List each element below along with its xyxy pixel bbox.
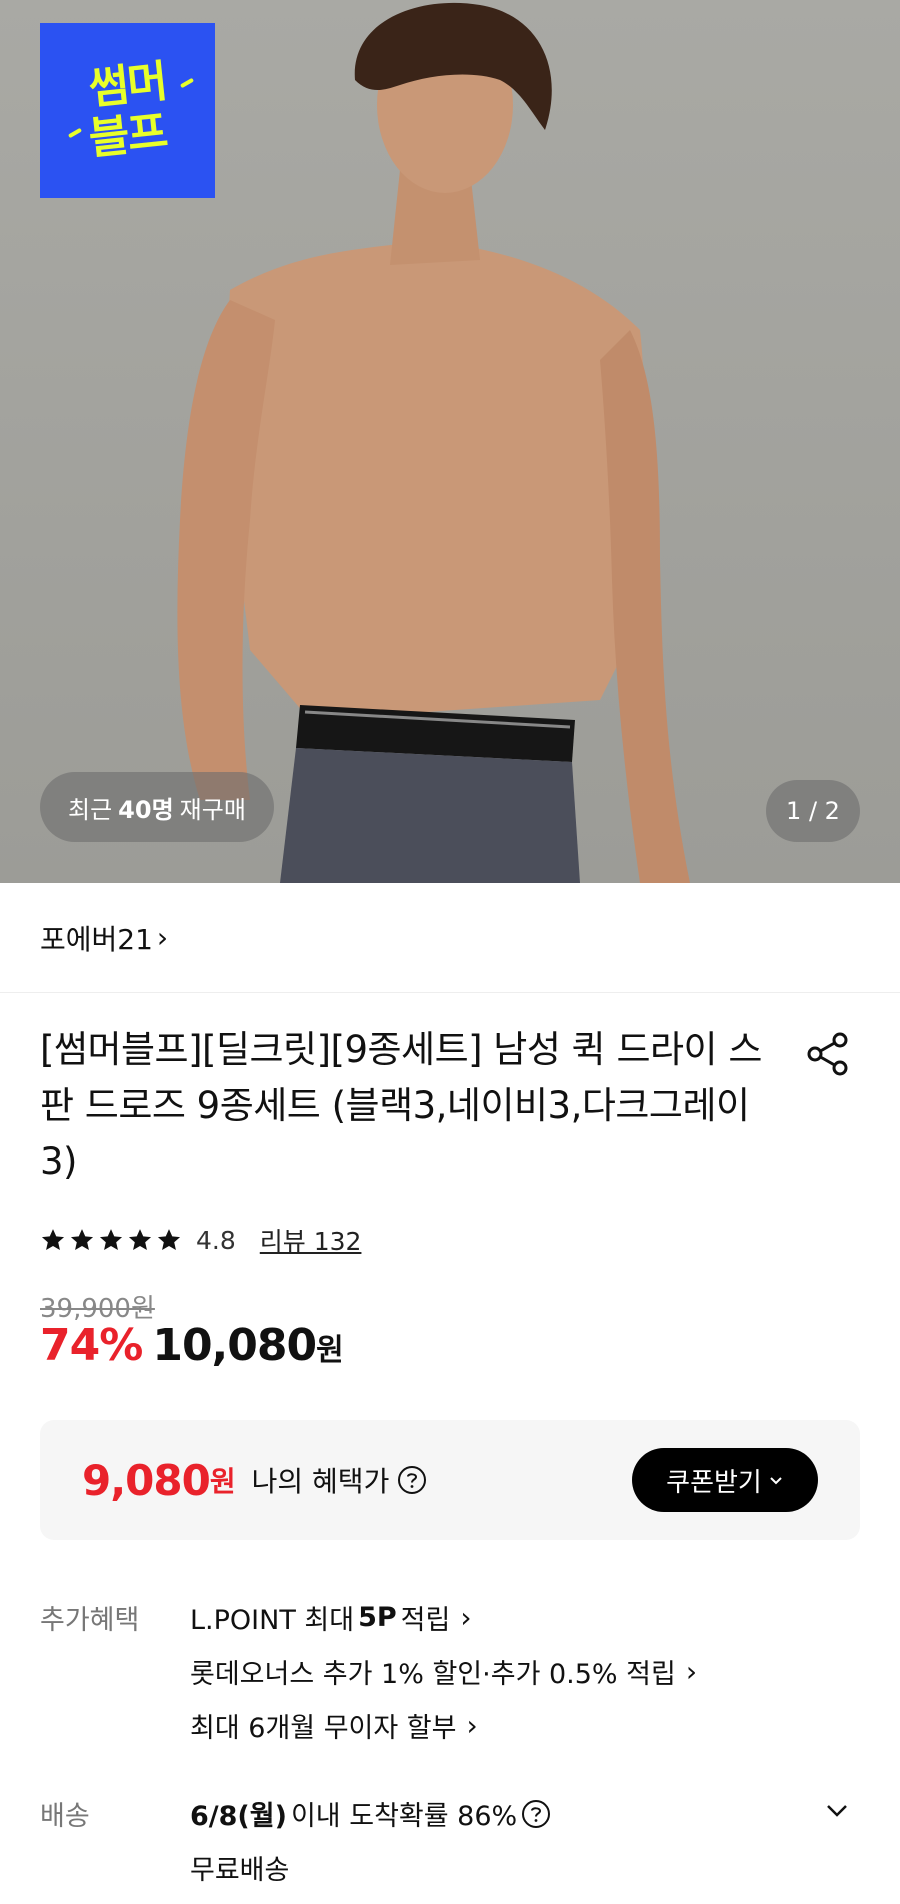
chevron-right-icon: › (156, 921, 169, 954)
free-shipping: 무료배송 (190, 1855, 290, 1886)
star-icon (157, 1229, 181, 1250)
coupon-button-label: 쿠폰받기 (666, 1467, 762, 1498)
help-icon[interactable] (521, 1799, 551, 1829)
image-pager: 1 / 2 (766, 780, 860, 842)
sale-currency: 원 (316, 1333, 344, 1368)
extra-benefits-label: 추가혜택 (40, 1605, 140, 1636)
chevron-right-icon: › (685, 1655, 698, 1688)
summer-black-friday-badge: 썸머 블프 (40, 23, 215, 198)
spark-decoration (67, 127, 83, 139)
benefit-label: 나의 혜택가 (251, 1465, 390, 1498)
lotte-owners-benefit-link[interactable]: 롯데오너스 추가 1% 할인·추가 0.5% 적립 › (190, 1652, 697, 1691)
recent-rebuy-badge: 최근 40명 재구매 (40, 772, 274, 842)
product-title: [썸머블프][딜크릿][9종세트] 남성 퀵 드라이 스판 드로즈 9종세트 (… (40, 1028, 762, 1183)
installment-text: 최대 6개월 무이자 할부 (190, 1713, 457, 1744)
chevron-down-icon[interactable] (822, 1795, 852, 1825)
delivery-estimate: 6/8(월) 이내 도착확률 86% (190, 1794, 551, 1833)
review-link[interactable]: 리뷰 132 (260, 1222, 362, 1258)
star-icon (128, 1229, 152, 1250)
price-row: 74% 10,080 원 (40, 1320, 344, 1371)
rating-row: 4.8 리뷰 132 (40, 1222, 361, 1258)
get-coupon-button[interactable]: 쿠폰받기 (632, 1448, 818, 1512)
delivery-date: 6/8(월) (190, 1801, 287, 1832)
help-icon[interactable] (397, 1465, 427, 1495)
installment-benefit-link[interactable]: 최대 6개월 무이자 할부 › (190, 1706, 478, 1745)
lpoint-benefit-link[interactable]: L.POINT 최대 5P 적립 › (190, 1598, 472, 1637)
sale-price: 10,080 (152, 1320, 317, 1371)
promo-line-2: 블프 (86, 105, 169, 165)
discount-rate: 74% (40, 1320, 143, 1371)
benefit-currency: 원 (209, 1465, 236, 1498)
rating-value: 4.8 (196, 1225, 236, 1255)
star-icon (41, 1229, 65, 1250)
rebuy-prefix: 최근 (68, 795, 113, 824)
brand-link[interactable]: 포에버21 › (40, 918, 168, 958)
lpoint-text: L.POINT 최대 (190, 1605, 355, 1636)
delivery-label: 배송 (40, 1801, 90, 1832)
chevron-down-icon (770, 1477, 782, 1485)
promo-line-1: 썸머 (86, 55, 169, 115)
chevron-right-icon: › (466, 1709, 478, 1742)
rebuy-count: 40명 (118, 795, 174, 824)
delivery-probability: 이내 도착확률 86% (290, 1801, 518, 1832)
share-icon[interactable] (804, 1030, 852, 1078)
lpoint-points: 5P (358, 1602, 397, 1633)
star-icon (99, 1229, 123, 1250)
brand-name: 포에버21 (40, 922, 153, 956)
product-image-carousel[interactable]: 썸머 블프 최근 40명 재구매 1 / 2 (0, 0, 900, 883)
rebuy-suffix: 재구매 (179, 795, 246, 824)
lpoint-suffix: 적립 (400, 1605, 451, 1636)
lotte-owners-text: 롯데오너스 추가 1% 할인·추가 0.5% 적립 (190, 1659, 676, 1690)
chevron-right-icon: › (460, 1601, 472, 1634)
spark-decoration (179, 77, 195, 89)
benefit-price: 9,080 (82, 1455, 211, 1505)
star-rating (40, 1227, 182, 1253)
star-icon (70, 1229, 94, 1250)
brand-row: 포에버21 › (0, 883, 900, 993)
